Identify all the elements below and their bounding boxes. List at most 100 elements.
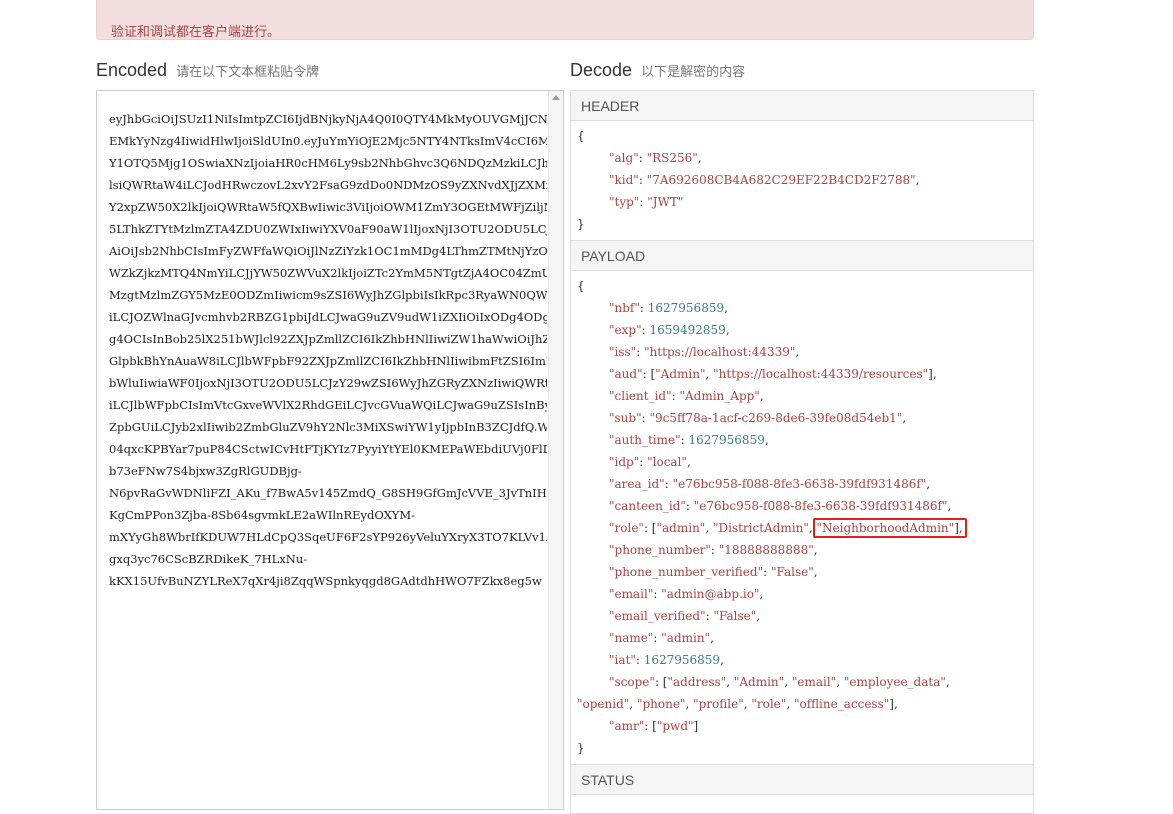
payload-close-brace: } (577, 741, 585, 755)
payload-phone-number: "phone_number": "18888888888", (609, 543, 818, 557)
json-string: "DistrictAdmin" (712, 521, 809, 535)
json-string: "admin" (661, 631, 711, 645)
encoded-token-line: EMkYyNzg4IiwidHlwIjoiSldUIn0.eyJuYmYiOjE… (109, 134, 547, 148)
decode-title: Decode 以下是解密的内容 (570, 60, 745, 81)
alert-line-2: 验证和调试都在客户端进行。 (111, 24, 281, 39)
json-string: "local" (647, 455, 687, 469)
json-string: "Admin_App" (679, 389, 760, 403)
payload-canteen-id: "canteen_id": "e76bc958-f088-8fe3-6638-3… (609, 499, 952, 513)
json-string: "JWT" (647, 195, 684, 209)
json-key: "alg" (609, 151, 639, 165)
json-key: "sub" (609, 411, 642, 425)
encoded-token-line: b73eFNw7S4bjxw3ZgRlGUDBjg- (109, 464, 302, 478)
json-key: "canteen_id" (609, 499, 686, 513)
json-string: "admin@abp.io" (661, 587, 760, 601)
payload-iss: "iss": "https://localhost:44339", (609, 345, 800, 359)
encoded-token-line: mXYyGh8WbrIfKDUW7HLdCpQ3SqeUF6F2sYP926yV… (109, 530, 547, 544)
json-key: "exp" (609, 323, 642, 337)
encoded-title: Encoded 请在以下文本框粘贴令牌 (96, 60, 319, 81)
json-key: "name" (609, 631, 654, 645)
payload-iat: "iat": 1627956859, (609, 653, 724, 667)
json-number: 1627956859 (688, 433, 765, 447)
payload-phone-number-verified: "phone_number_verified": "False", (609, 565, 818, 579)
header-close-brace: } (577, 217, 585, 231)
encoded-token-line: WZkZjkzMTQ4NmYiLCJjYW50ZWVuX2lkIjoiZTc2Y… (109, 266, 547, 280)
payload-area-id: "area_id": "e76bc958-f088-8fe3-6638-39fd… (609, 477, 931, 491)
json-string-highlighted: "NeighborhoodAdmin" (816, 521, 955, 535)
payload-role: "role": ["admin", "DistrictAdmin", "Neig… (609, 517, 967, 539)
encoded-token-line: g4OCIsInBob25lX251bWJlcl92ZXJpZmllZCI6Ik… (109, 332, 547, 346)
textarea-scrollbar[interactable] (548, 91, 563, 809)
payload-panel-title: PAYLOAD (571, 241, 1033, 271)
json-string: "RS256" (646, 151, 698, 165)
encoded-token-line: N6pvRaGvWDNliFZI_AKu_f7BwA5v145ZmdQ_G8SH… (109, 486, 547, 500)
encoded-token-line: iLCJlbWFpbCIsImVtcGxveWVlX2RhdGEiLCJvcGV… (109, 398, 547, 412)
encoded-hint: 请在以下文本框粘贴令牌 (176, 64, 320, 79)
json-string: "phone" (636, 697, 686, 711)
encoded-token-line: Y1OTQ5Mjg1OSwiaXNzIjoiaHR0cHM6Ly9sb2NhbG… (109, 156, 547, 170)
json-key: "auth_time" (609, 433, 681, 447)
scroll-up-arrow-icon[interactable] (552, 95, 560, 100)
status-panel: STATUS (570, 764, 1034, 814)
json-string: "False" (770, 565, 814, 579)
encoded-title-text: Encoded (96, 60, 168, 80)
json-string: "False" (713, 609, 757, 623)
json-string: "role" (751, 697, 787, 711)
header-kid: "kid": "7A692608CB4A682C29EF22B4CD2F2788… (609, 173, 920, 187)
encoded-token-line: Y2xpZW50X2lkIjoiQWRtaW5fQXBwIiwic3ViIjoi… (109, 200, 547, 214)
json-key: "area_id" (609, 477, 665, 491)
encoded-token-textarea[interactable]: eyJhbGciOiJSUzI1NiIsImtpZCI6IjdBNjkyNjA4… (96, 90, 564, 810)
json-key: "idp" (609, 455, 640, 469)
encoded-token-line: gxq3yc76CScBZRDikeK_7HLxNu- (109, 552, 308, 566)
json-number: 1627956859 (647, 301, 725, 315)
json-string: "pwd" (656, 719, 694, 733)
json-string: "openid" (577, 697, 630, 711)
json-string: "employee_data" (843, 675, 946, 689)
json-string: "offline_access" (793, 697, 890, 711)
json-string: "18888888888" (718, 543, 814, 557)
encoded-token-line: bWluIiwiaWF0IjoxNjI3OTU2ODU5LCJzY29wZSI6… (109, 376, 547, 390)
encoded-token-line: kKX15UfvBuNZYLReX7qXr4ji8ZqqWSpnkyqgd8GA… (109, 574, 542, 588)
json-key: "iss" (609, 345, 637, 359)
encoded-token-line: ZpbGUiLCJyb2xlIiwib2ZmbGluZV9hY2Nlc3MiXS… (109, 420, 547, 434)
payload-nbf: "nbf": 1627956859, (609, 301, 728, 315)
encoded-token-line: GlpbkBhYnAuaW8iLCJlbWFpbF92ZXJpZmllZCI6I… (109, 354, 547, 368)
payload-sub: "sub": "9c5ff78a-1acf-c269-8de6-39fe08d5… (609, 411, 907, 425)
encoded-token-line: 5LThkZTYtMzlmZTA4ZDU0ZWIxIiwiYXV0aF90aW1… (109, 222, 547, 236)
json-string: "Admin" (655, 367, 706, 381)
encoded-token-line: 04qxcKPBYar7puP84CSctwICvHtFTjKYIz7PyyiY… (109, 442, 547, 456)
encoded-token-line: iLCJOZWlnaGJvcmhvb2RBZG1pbiJdLCJwaG9uZV9… (109, 310, 547, 324)
json-key: "client_id" (609, 389, 672, 403)
payload-email-verified: "email_verified": "False", (609, 609, 761, 623)
json-key: "amr" (609, 719, 645, 733)
header-open-brace: { (577, 129, 585, 143)
payload-exp: "exp": 1659492859, (609, 323, 730, 337)
highlight-box: "NeighborhoodAdmin"], (812, 518, 967, 538)
json-string: "e76bc958-f088-8fe3-6638-39fdf931486f" (693, 499, 948, 513)
header-typ: "typ": "JWT" (609, 195, 684, 209)
encoded-token-text: eyJhbGciOiJSUzI1NiIsImtpZCI6IjdBNjkyNjA4… (109, 108, 547, 592)
decode-title-text: Decode (570, 60, 633, 80)
json-string: "admin" (656, 521, 706, 535)
payload-email: "email": "admin@abp.io", (609, 587, 764, 601)
json-string: "e76bc958-f088-8fe3-6638-39fdf931486f" (672, 477, 927, 491)
json-string: "profile" (693, 697, 744, 711)
json-key: "typ" (609, 195, 640, 209)
payload-idp: "idp": "local", (609, 455, 691, 469)
json-string: "Admin" (733, 675, 785, 689)
json-key: "scope" (609, 675, 655, 689)
alert-line-1 (111, 5, 1019, 23)
json-key: "role" (609, 521, 644, 535)
json-string: "https://localhost:44339" (644, 345, 796, 359)
json-key: "email_verified" (609, 609, 706, 623)
status-panel-title: STATUS (571, 765, 1033, 795)
json-string: "9c5ff78a-1acf-c269-8de6-39fe08d54eb1" (649, 411, 903, 425)
json-number: 1627956859 (643, 653, 721, 667)
payload-open-brace: { (577, 279, 585, 293)
payload-aud: "aud": ["Admin", "https://localhost:4433… (609, 367, 937, 381)
encoded-token-line: MzgtMzlmZGY5MzE0ODZmIiwicm9sZSI6WyJhZGlp… (109, 288, 547, 302)
header-alg: "alg": "RS256", (609, 151, 702, 165)
payload-amr: "amr": ["pwd"] (609, 719, 699, 733)
json-key: "aud" (609, 367, 643, 381)
encoded-token-line: eyJhbGciOiJSUzI1NiIsImtpZCI6IjdBNjkyNjA4… (109, 112, 547, 126)
